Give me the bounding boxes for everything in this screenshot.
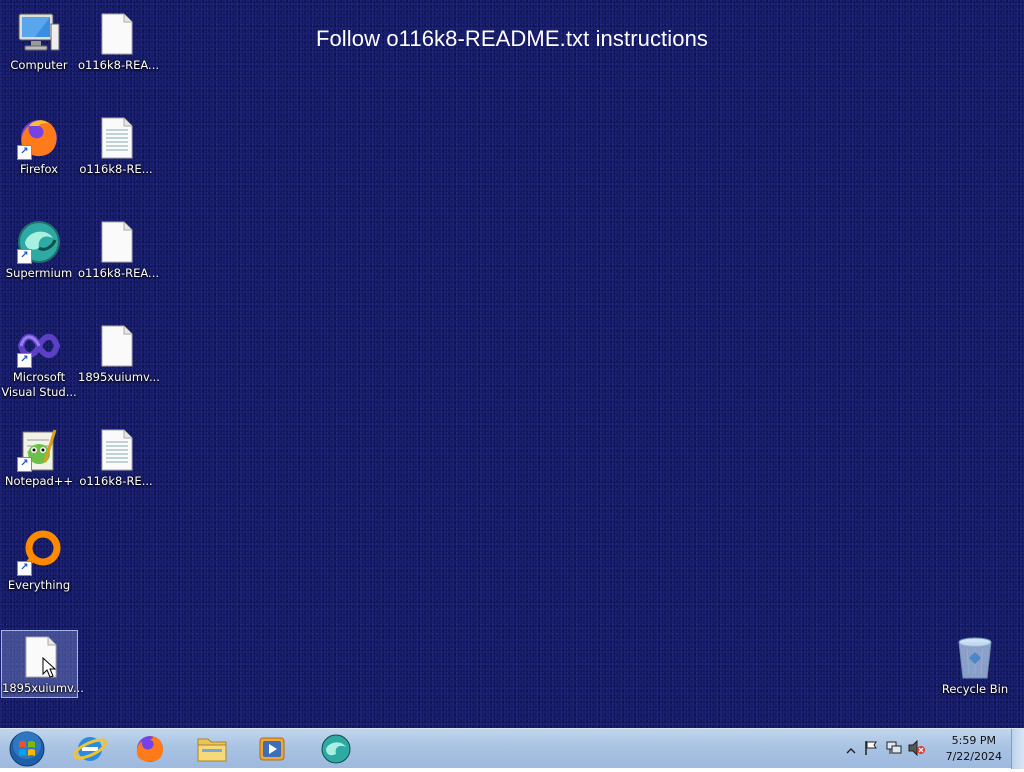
desktop-icon-recycle-bin[interactable]: Recycle Bin [937, 632, 1013, 702]
desktop-icon-readme-2[interactable]: o116k8-RE... [78, 112, 154, 182]
windows-orb-icon [9, 731, 45, 767]
taskbar-media-player[interactable] [246, 731, 298, 767]
icon-label: 1895xuiumv... [2, 681, 84, 695]
icon-label: 1895xuiumv... [78, 370, 160, 384]
icon-label: Computer [10, 58, 68, 72]
desktop-icon-everything[interactable]: ↗ Everything [1, 528, 77, 598]
taskbar-clock[interactable]: 5:59 PM 7/22/2024 [946, 733, 1002, 765]
icon-label: o116k8-RE... [79, 474, 153, 488]
show-hidden-icons-chevron-icon[interactable] [846, 741, 856, 760]
network-icon[interactable] [886, 740, 902, 760]
taskbar: 5:59 PM 7/22/2024 [0, 728, 1024, 769]
taskbar-internet-explorer[interactable] [64, 731, 116, 767]
desktop-icon-readme-4[interactable]: o116k8-RE... [78, 424, 154, 494]
supermium-icon [321, 734, 351, 764]
desktop-icon-1895-file-1[interactable]: 1895xuiumv... [78, 320, 160, 390]
volume-muted-icon[interactable] [908, 739, 926, 760]
recycle-bin-icon [951, 634, 999, 682]
taskbar-firefox[interactable] [124, 731, 176, 767]
desktop-icon-firefox[interactable]: ↗ Firefox [1, 112, 77, 182]
text-document-icon [92, 114, 140, 162]
text-document-icon [92, 426, 140, 474]
desktop-icon-readme-3[interactable]: o116k8-REA... [78, 216, 159, 286]
icon-label: o116k8-REA... [78, 58, 159, 72]
icon-label: o116k8-REA... [78, 266, 159, 280]
shortcut-arrow-icon: ↗ [17, 145, 32, 160]
shortcut-arrow-icon: ↗ [17, 353, 32, 368]
visual-studio-icon: ↗ [15, 322, 63, 370]
blank-file-icon [92, 322, 140, 370]
shortcut-arrow-icon: ↗ [17, 561, 32, 576]
icon-label: Everything [7, 578, 71, 592]
icon-label: Recycle Bin [941, 682, 1009, 696]
shortcut-arrow-icon: ↗ [17, 457, 32, 472]
start-button[interactable] [2, 730, 48, 768]
desktop-icon-supermium[interactable]: ↗ Supermium [1, 216, 77, 286]
notepad-plus-plus-icon: ↗ [15, 426, 63, 474]
blank-file-icon [92, 10, 140, 58]
mouse-cursor-icon [42, 657, 56, 678]
firefox-icon [136, 736, 164, 762]
system-tray: 5:59 PM 7/22/2024 [834, 729, 1024, 769]
icon-label: Supermium [5, 266, 73, 280]
icon-label: Microsoft Visual Stud... [1, 370, 77, 399]
shortcut-arrow-icon: ↗ [17, 249, 32, 264]
media-player-icon [259, 737, 285, 761]
blank-file-icon [92, 218, 140, 266]
desktop-icon-notepad-plus-plus[interactable]: ↗ Notepad++ [1, 424, 77, 494]
desktop-icon-file-selected[interactable]: 1895xuiumv... [1, 630, 84, 698]
icon-label: o116k8-RE... [79, 162, 153, 176]
desktop-icon-computer[interactable]: Computer [1, 8, 77, 78]
supermium-icon: ↗ [15, 218, 63, 266]
show-desktop-button[interactable] [1011, 729, 1024, 769]
desktop[interactable]: Follow o116k8-README.txt instructions Co… [0, 0, 1024, 728]
text-file-icon [16, 633, 64, 681]
clock-time: 5:59 PM [951, 734, 996, 747]
clock-date: 7/22/2024 [945, 750, 1002, 763]
computer-icon [15, 10, 63, 58]
folder-icon [197, 738, 227, 762]
firefox-icon: ↗ [15, 114, 63, 162]
desktop-icon-readme-1[interactable]: o116k8-REA... [78, 8, 159, 78]
icon-label: Notepad++ [4, 474, 74, 488]
taskbar-windows-explorer[interactable] [186, 731, 238, 767]
action-center-flag-icon[interactable] [864, 740, 878, 760]
desktop-icon-visual-studio[interactable]: ↗ Microsoft Visual Stud... [1, 320, 77, 402]
everything-search-icon: ↗ [15, 530, 63, 578]
internet-explorer-icon [72, 737, 108, 761]
icon-label: Firefox [19, 162, 59, 176]
taskbar-supermium[interactable] [310, 731, 362, 767]
